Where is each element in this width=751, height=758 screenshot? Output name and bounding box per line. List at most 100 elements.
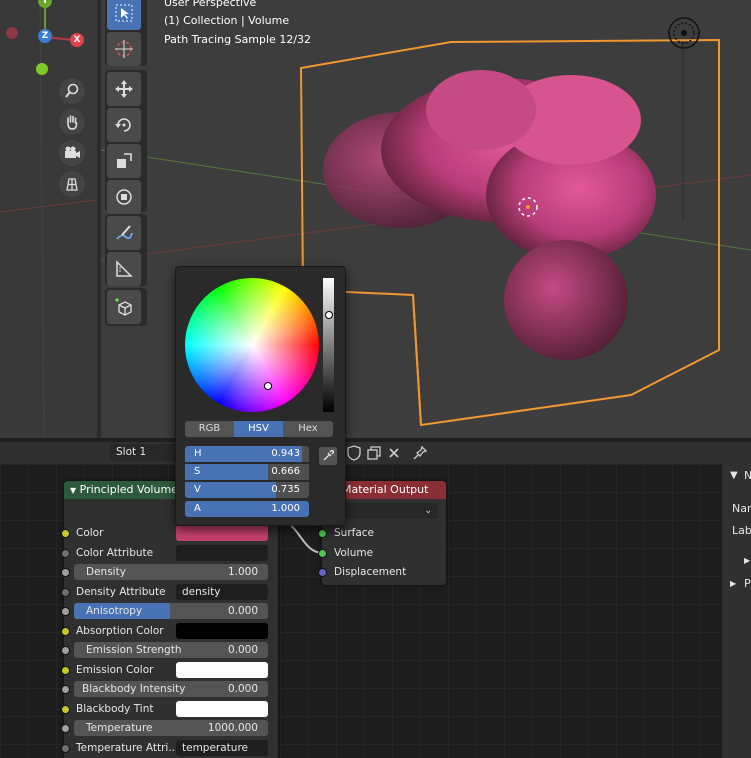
cursor-tool[interactable] (107, 32, 141, 66)
hue-saturation-wheel[interactable] (185, 278, 319, 412)
saturation-value: 0.666 (271, 466, 300, 477)
close-icon (389, 448, 399, 458)
scale-tool[interactable] (107, 144, 141, 178)
fake-user-button[interactable] (346, 445, 362, 461)
3d-viewport[interactable]: Y Z X User Perspective (1) Collection | … (0, 0, 751, 438)
color-picker-popup[interactable]: RGB HSV Hex H 0.943 S 0.666 V 0.735 A 1.… (175, 266, 346, 526)
grid-icon (66, 178, 78, 191)
temperature-label: Temperature (86, 722, 153, 734)
emission-strength-field[interactable]: Emission Strength 0.000 (74, 642, 268, 658)
collapse-arrow-icon[interactable]: ▼ (70, 486, 76, 495)
gizmo-x-axis[interactable]: X (70, 33, 84, 47)
temperature-field[interactable]: Temperature 1000.000 (74, 720, 268, 736)
node-editor-header: Slot 1 (0, 442, 751, 464)
transform-icon (116, 189, 132, 205)
transform-tool[interactable] (107, 180, 141, 214)
saturation-field[interactable]: S 0.666 (185, 464, 309, 480)
temperature-socket[interactable] (61, 724, 70, 733)
color-socket[interactable] (61, 529, 70, 538)
absorption-color-socket[interactable] (61, 627, 70, 636)
temperature-attribute-label: Temperature Attri... (76, 742, 179, 754)
light-gizmo-icon[interactable] (668, 17, 700, 49)
alpha-value: 1.000 (271, 503, 300, 514)
hue-field[interactable]: H 0.943 (185, 446, 309, 462)
sidebar-collapse-arrow-icon[interactable]: ▼ (730, 470, 738, 481)
output-target-dropdown[interactable]: ll ⌄ (334, 503, 438, 519)
slot-selector[interactable]: Slot 1 (110, 444, 180, 461)
annotate-tool[interactable] (107, 216, 141, 250)
scale-icon (117, 153, 132, 168)
rotate-tool[interactable] (107, 108, 141, 142)
displacement-socket[interactable] (318, 568, 327, 577)
toolbar-add-group (105, 288, 147, 326)
tab-hsv[interactable]: HSV (234, 421, 283, 437)
volume-object[interactable] (323, 70, 656, 360)
sidebar-properties-arrow-icon[interactable]: ▶ (730, 579, 736, 588)
node-canvas[interactable]: ▼ Principled Volume Color Color Attribut… (0, 464, 721, 758)
temperature-attribute-field[interactable]: temperature (176, 740, 268, 756)
surface-label: Surface (334, 527, 375, 539)
zoom-icon (65, 83, 79, 98)
anisotropy-value: 0.000 (227, 605, 258, 617)
move-tool[interactable] (107, 72, 141, 106)
camera-view-button[interactable] (59, 140, 85, 166)
toolbar-transform-group (105, 70, 147, 214)
anisotropy-field[interactable]: Anisotropy 0.000 (74, 603, 268, 619)
properties-sidebar[interactable]: ▼ N Nar Lab ▶ ▶ P (721, 464, 751, 758)
density-attribute-field[interactable]: density (176, 584, 268, 600)
value-slider[interactable] (323, 278, 334, 412)
sidebar-name-label: Nar (732, 502, 751, 515)
pan-button[interactable] (59, 109, 85, 135)
rotate-icon (115, 118, 131, 132)
surface-socket[interactable] (318, 529, 327, 538)
emission-color-socket[interactable] (61, 666, 70, 675)
select-box-icon (115, 4, 133, 22)
navigation-gizmo[interactable]: Y Z X (0, 0, 97, 80)
gizmo-neg-x-axis[interactable] (6, 27, 18, 39)
zoom-button[interactable] (59, 78, 85, 104)
color-attribute-label: Color Attribute (76, 547, 154, 559)
value-field[interactable]: V 0.735 (185, 482, 309, 498)
volume-socket[interactable] (318, 549, 327, 558)
density-socket[interactable] (61, 568, 70, 577)
principled-volume-title-text: Principled Volume (79, 483, 178, 496)
duplicate-material-button[interactable] (366, 445, 382, 461)
perspective-toggle-button[interactable] (59, 171, 85, 197)
color-swatch[interactable] (176, 525, 268, 541)
absorption-color-label: Absorption Color (76, 625, 164, 637)
sidebar-label-label: Lab (732, 524, 751, 537)
wheel-cursor[interactable] (264, 382, 272, 390)
density-attribute-socket[interactable] (61, 588, 70, 597)
anisotropy-label: Anisotropy (86, 605, 143, 617)
tab-rgb[interactable]: RGB (185, 421, 234, 437)
absorption-color-swatch[interactable] (176, 623, 268, 639)
gizmo-z-axis[interactable]: Z (38, 29, 52, 43)
value-slider-cursor[interactable] (325, 311, 333, 319)
gizmo-neg-y-axis[interactable] (36, 63, 48, 75)
blackbody-intensity-socket[interactable] (61, 685, 70, 694)
volume-label: Volume (334, 547, 374, 559)
anisotropy-socket[interactable] (61, 607, 70, 616)
select-box-tool[interactable] (107, 0, 141, 30)
color-attribute-field[interactable] (176, 545, 268, 561)
blackbody-tint-swatch[interactable] (176, 701, 268, 717)
density-field[interactable]: Density 1.000 (74, 564, 268, 580)
color-attribute-socket[interactable] (61, 549, 70, 558)
pin-button[interactable] (412, 445, 428, 461)
emission-strength-value: 0.000 (227, 644, 258, 656)
render-sample-label: Path Tracing Sample 12/32 (164, 33, 312, 46)
eyedropper-button[interactable] (319, 447, 337, 465)
sidebar-expand-arrow-icon[interactable]: ▶ (744, 556, 750, 565)
unlink-material-button[interactable] (386, 445, 402, 461)
blackbody-tint-socket[interactable] (61, 705, 70, 714)
blackbody-tint-label: Blackbody Tint (76, 703, 154, 715)
tab-hex[interactable]: Hex (283, 421, 333, 437)
camera-icon (65, 146, 80, 158)
temperature-attribute-socket[interactable] (61, 744, 70, 753)
blackbody-intensity-field[interactable]: Blackbody Intensity 0.000 (74, 681, 268, 697)
add-cube-tool[interactable] (107, 290, 141, 324)
alpha-field[interactable]: A 1.000 (185, 501, 309, 517)
measure-tool[interactable] (107, 252, 141, 286)
emission-strength-socket[interactable] (61, 646, 70, 655)
emission-color-swatch[interactable] (176, 662, 268, 678)
